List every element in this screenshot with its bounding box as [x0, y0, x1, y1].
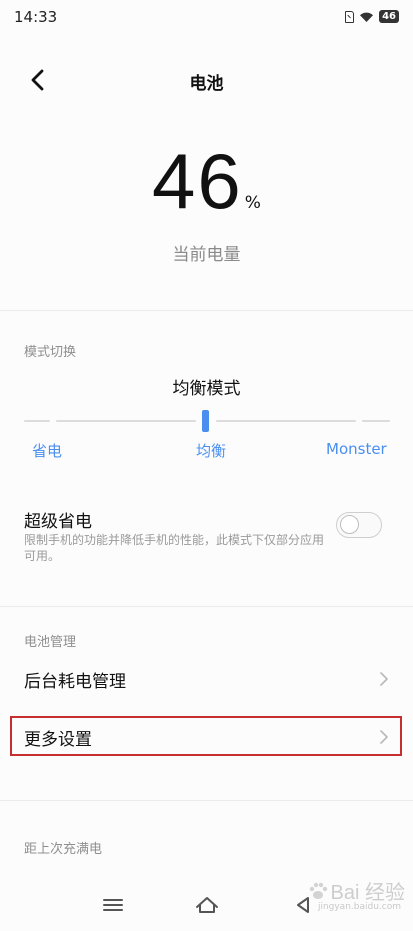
- chevron-right-icon: [380, 730, 388, 744]
- super-saver-title: 超级省电: [24, 512, 92, 532]
- battery-level-display: 46%: [0, 136, 413, 236]
- status-icons: 46: [345, 10, 399, 23]
- slider-track-segment: [216, 420, 356, 422]
- battery-settings-screen: 14:33 46 电池 46% 当前电量 模式切换 均衡模式 省电 均衡 Mon…: [0, 0, 413, 931]
- super-saver-toggle[interactable]: [336, 512, 382, 538]
- page-title: 电池: [189, 74, 224, 94]
- sim-card-icon: [345, 10, 355, 23]
- toggle-knob: [340, 515, 359, 534]
- mode-section-title: 模式切换: [24, 345, 77, 360]
- watermark-subtext: jingyan.baidu.com: [317, 902, 401, 912]
- section-divider: [0, 606, 413, 607]
- mode-option-monster[interactable]: Monster: [326, 440, 387, 458]
- mode-option-power-saving[interactable]: 省电: [32, 440, 62, 461]
- super-saver-description: 限制手机的功能并降低手机的性能，此模式下仅部分应用可用。: [24, 533, 325, 563]
- wifi-icon: [359, 11, 374, 23]
- mode-slider[interactable]: [24, 408, 390, 434]
- slider-track-segment: [24, 420, 50, 422]
- section-divider: [0, 310, 413, 311]
- menu-icon: [103, 899, 123, 911]
- home-icon: [196, 897, 218, 913]
- row-label: 更多设置: [24, 730, 92, 750]
- battery-level-unit: %: [244, 193, 261, 213]
- header: 电池: [0, 56, 413, 104]
- battery-level-caption: 当前电量: [172, 245, 241, 265]
- mode-option-balanced[interactable]: 均衡: [196, 440, 226, 461]
- watermark-text: Bai 经验: [330, 882, 405, 904]
- battery-level-number: 46: [152, 137, 243, 225]
- more-settings-row[interactable]: 更多设置: [0, 714, 413, 760]
- paw-icon: [309, 882, 327, 899]
- last-charge-section-title: 距上次充满电: [24, 842, 103, 857]
- home-button[interactable]: [192, 892, 222, 918]
- slider-track-segment: [362, 420, 390, 422]
- current-mode-label: 均衡模式: [172, 379, 241, 399]
- slider-thumb[interactable]: [202, 410, 209, 432]
- slider-track-segment: [56, 420, 196, 422]
- background-power-management-row[interactable]: 后台耗电管理: [0, 656, 413, 702]
- row-label: 后台耗电管理: [24, 672, 126, 692]
- battery-management-section-title: 电池管理: [24, 635, 77, 650]
- status-time: 14:33: [14, 8, 58, 26]
- status-bar: 14:33 46: [0, 0, 413, 36]
- baidu-watermark: Bai 经验: [307, 876, 405, 905]
- chevron-right-icon: [380, 672, 388, 686]
- section-divider: [0, 800, 413, 801]
- menu-button[interactable]: [98, 892, 128, 918]
- battery-icon: 46: [379, 10, 399, 23]
